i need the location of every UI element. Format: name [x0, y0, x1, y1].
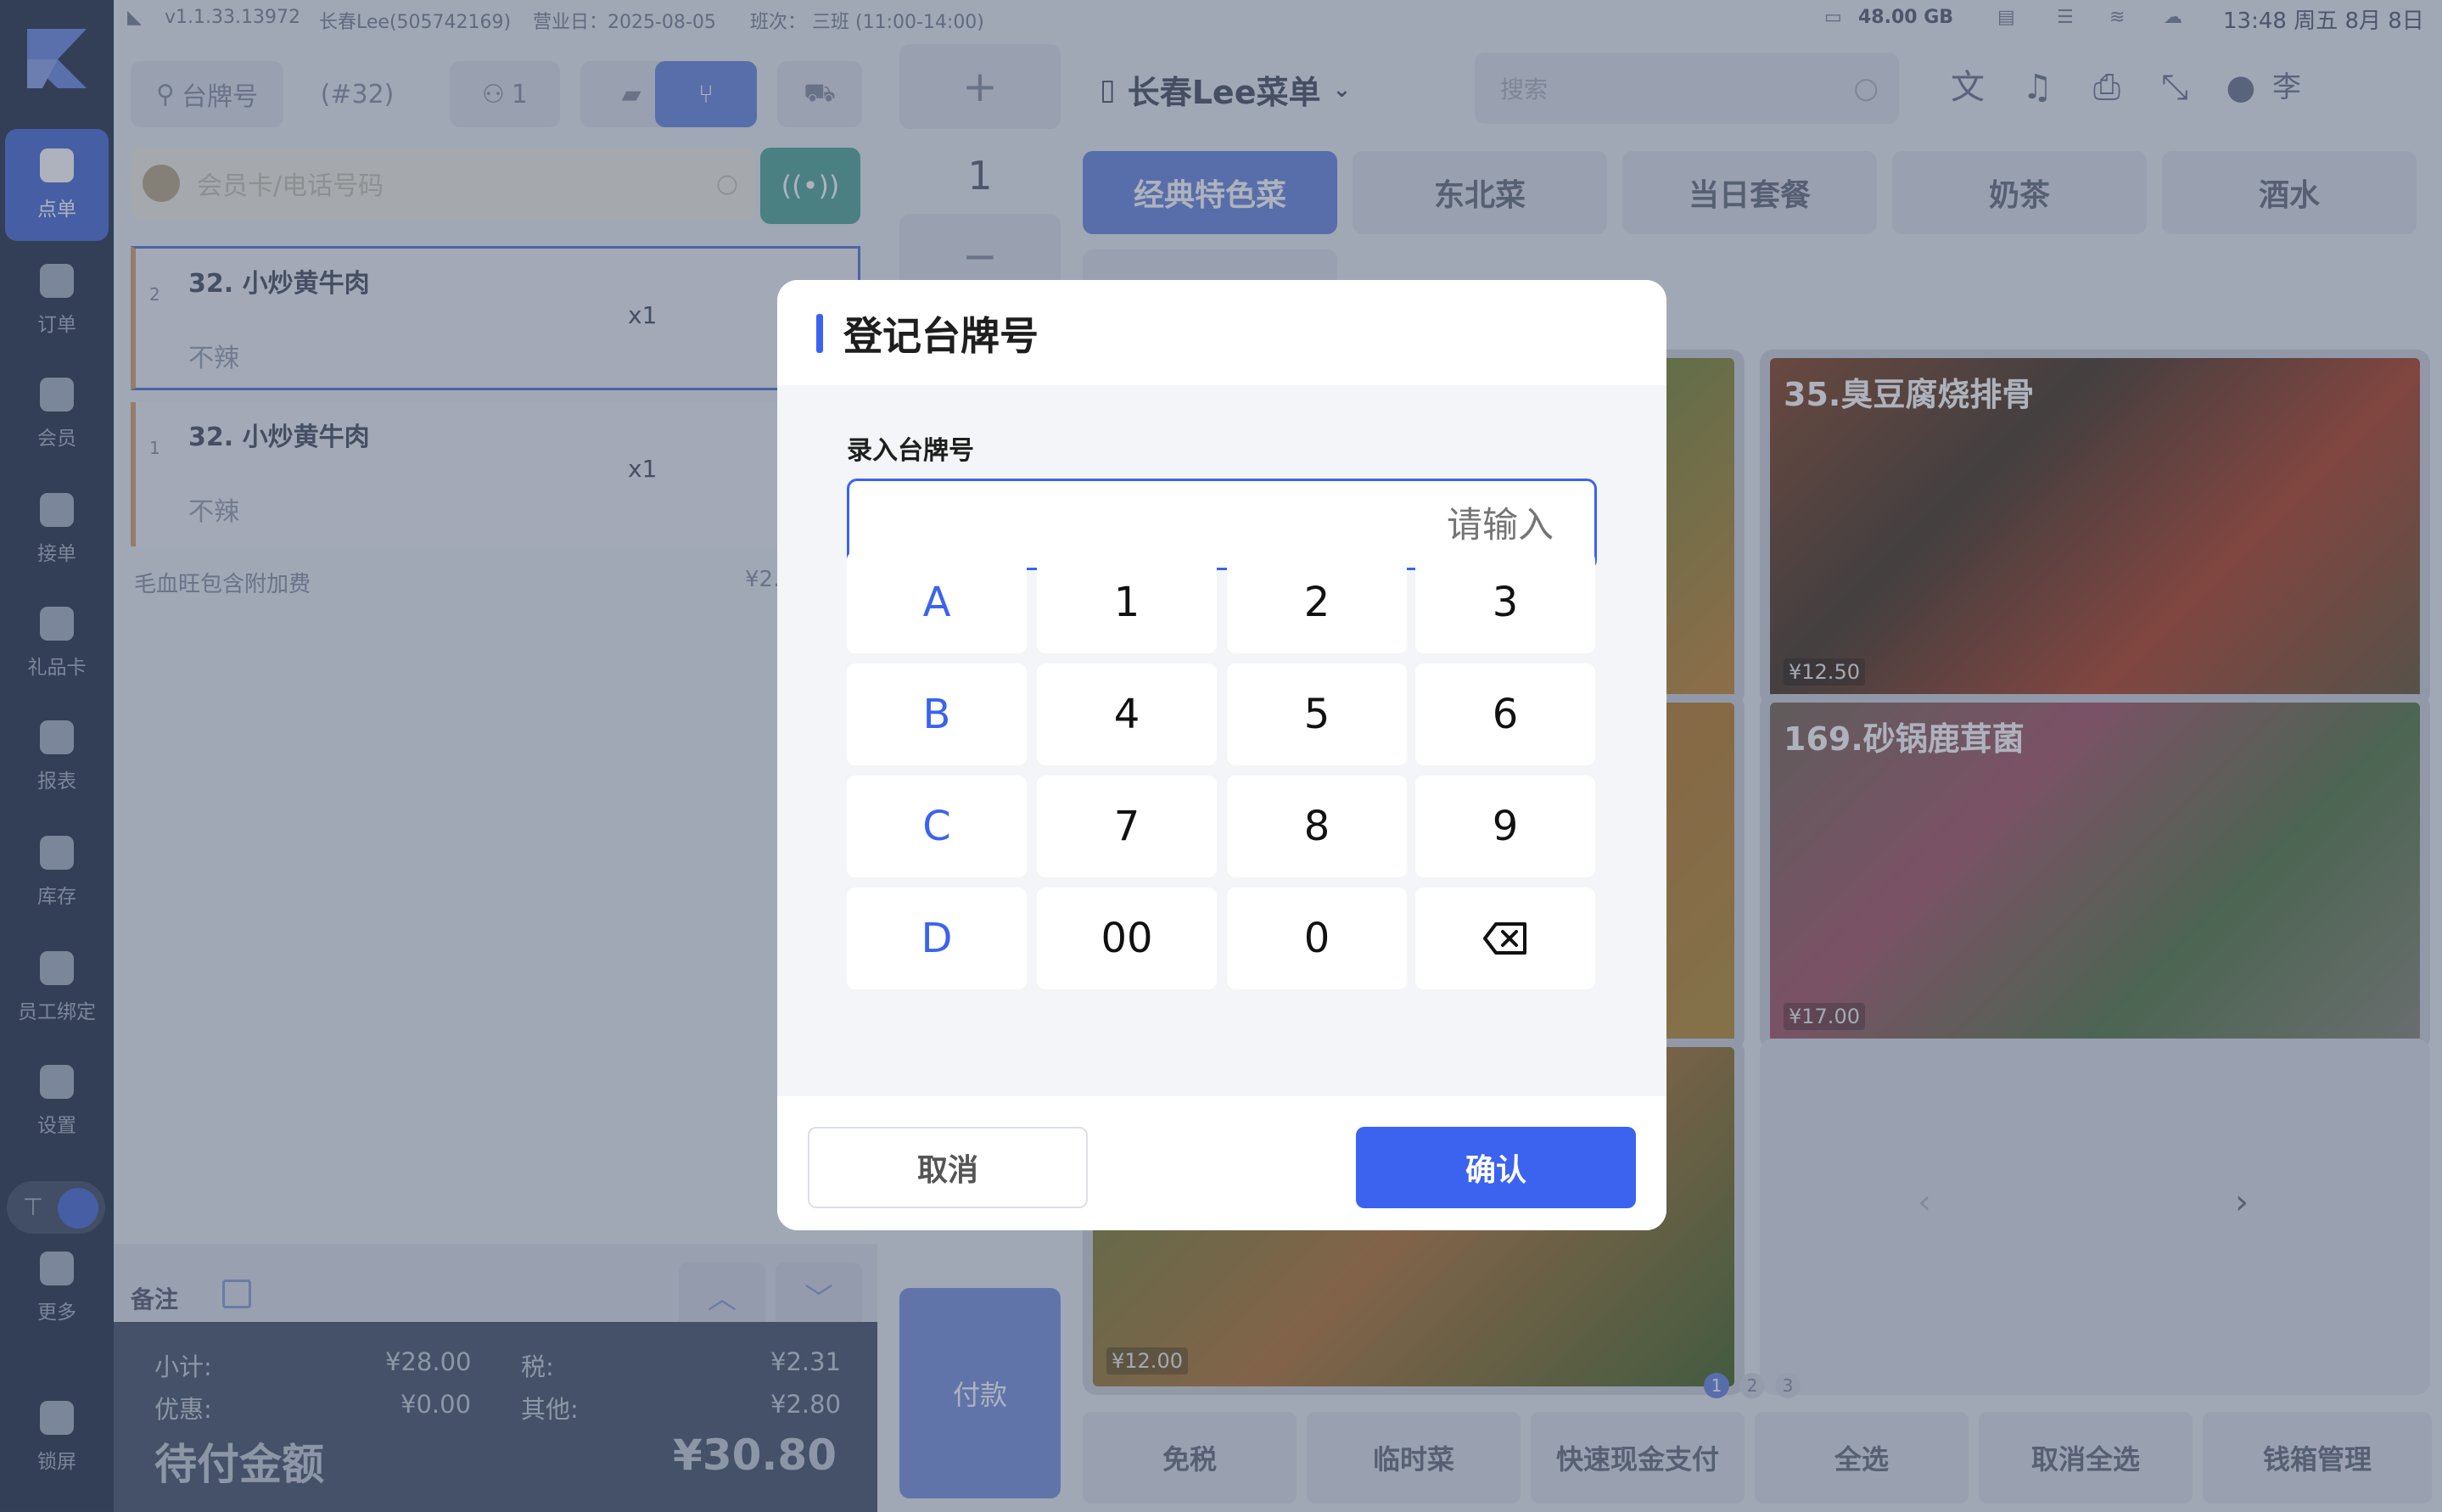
dialog-body: 录入台牌号 A 1 2 3 B 4 5 6 C 7 8 9 D 00 0 — [777, 385, 1666, 1096]
key-d[interactable]: D — [847, 888, 1027, 989]
confirm-button[interactable]: 确认 — [1356, 1127, 1636, 1208]
key-1[interactable]: 1 — [1037, 552, 1217, 653]
key-3[interactable]: 3 — [1415, 552, 1595, 653]
table-number-dialog: 登记台牌号 录入台牌号 A 1 2 3 B 4 5 6 C 7 8 9 D 00… — [777, 280, 1666, 1230]
key-0[interactable]: 0 — [1227, 888, 1407, 989]
key-00[interactable]: 00 — [1037, 888, 1217, 989]
dialog-header: 登记台牌号 — [777, 280, 1666, 385]
key-9[interactable]: 9 — [1415, 776, 1595, 877]
backspace-icon — [1483, 922, 1526, 955]
field-label: 录入台牌号 — [847, 436, 974, 466]
key-5[interactable]: 5 — [1227, 664, 1407, 765]
key-a[interactable]: A — [847, 552, 1027, 653]
key-2[interactable]: 2 — [1227, 552, 1407, 653]
dialog-title: 登记台牌号 — [843, 313, 1039, 359]
key-7[interactable]: 7 — [1037, 776, 1217, 877]
dialog-footer: 取消 确认 — [777, 1096, 1666, 1230]
title-accent — [816, 314, 823, 353]
key-4[interactable]: 4 — [1037, 664, 1217, 765]
cancel-button[interactable]: 取消 — [808, 1127, 1088, 1208]
backspace-key[interactable] — [1415, 888, 1595, 989]
key-8[interactable]: 8 — [1227, 776, 1407, 877]
key-c[interactable]: C — [847, 776, 1027, 877]
key-6[interactable]: 6 — [1415, 664, 1595, 765]
key-b[interactable]: B — [847, 664, 1027, 765]
